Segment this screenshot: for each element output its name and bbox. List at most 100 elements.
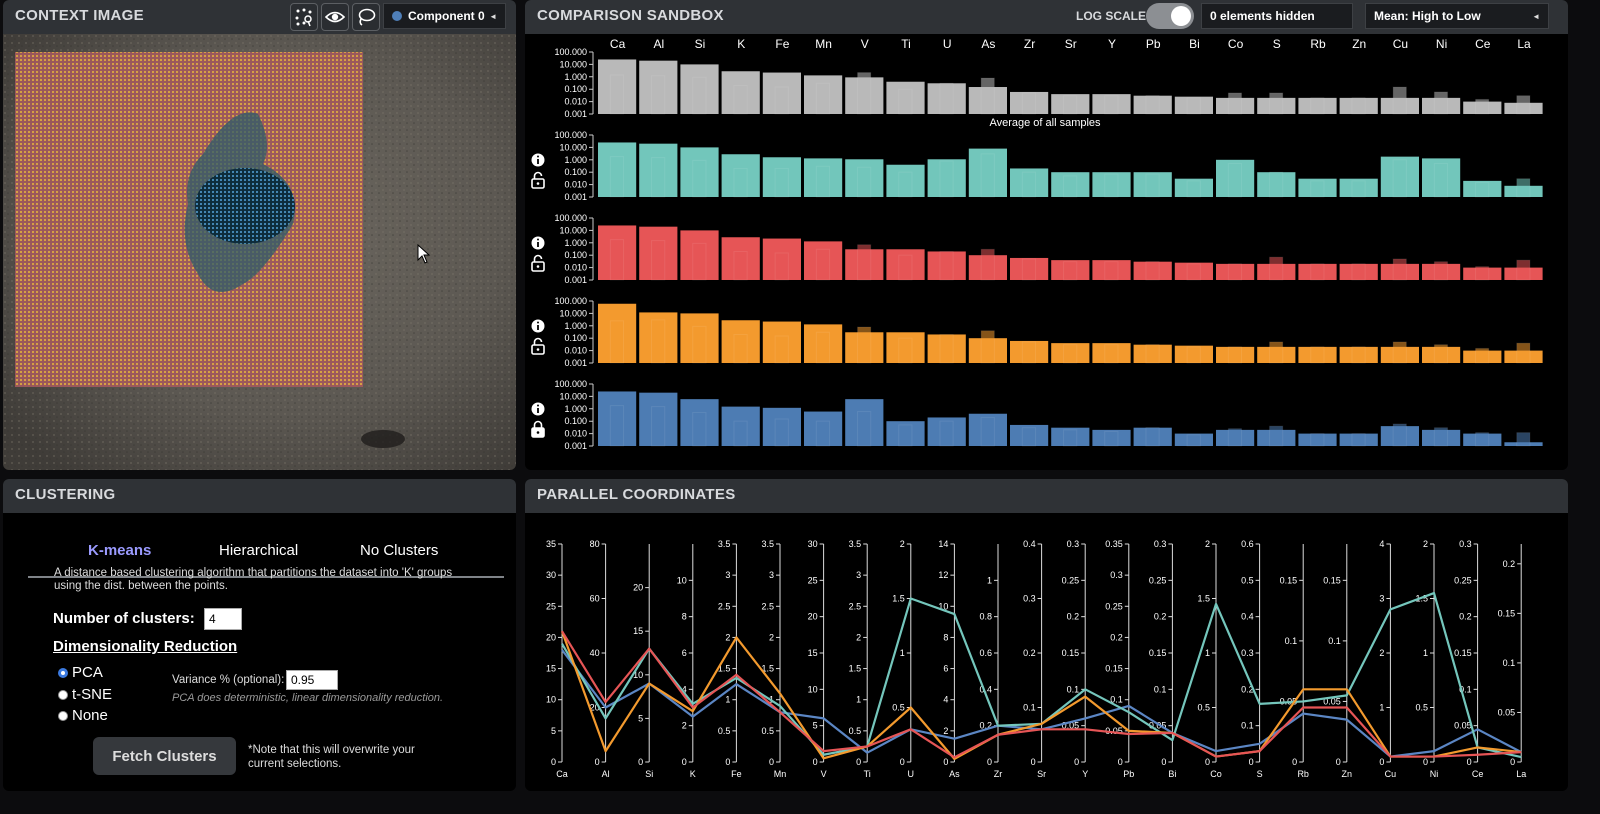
element-column-label[interactable]: Bi [1189,37,1200,51]
median-bar[interactable] [939,250,954,281]
median-bar[interactable] [980,416,995,447]
median-bar[interactable] [1310,180,1325,198]
median-bar[interactable] [980,77,995,115]
median-bar[interactable] [1475,266,1490,281]
median-bar[interactable] [857,166,872,198]
median-bar[interactable] [692,159,707,198]
median-bar[interactable] [651,240,666,281]
median-bar[interactable] [651,157,666,198]
median-bar[interactable] [1269,341,1284,364]
median-bar[interactable] [1104,95,1119,115]
median-bar[interactable] [774,86,789,115]
median-bar[interactable] [1475,432,1490,447]
median-bar[interactable] [1021,92,1037,115]
median-bar[interactable] [1145,173,1160,198]
element-column-label[interactable]: Ti [901,37,911,51]
median-bar[interactable] [939,333,954,364]
element-column-label[interactable]: Co [1228,37,1244,51]
median-bar[interactable] [1021,341,1037,364]
parallel-axis[interactable]: 20151050Si [633,544,653,779]
median-bar[interactable] [1433,91,1449,115]
median-bar[interactable] [1392,341,1407,364]
median-bar[interactable] [980,248,995,281]
median-bar[interactable] [1351,97,1366,115]
median-bar[interactable] [1310,263,1325,281]
parallel-axis[interactable]: 21.510.50Ni [1415,539,1438,779]
median-bar[interactable] [1392,86,1407,115]
median-bar[interactable] [898,337,913,364]
median-bar[interactable] [1433,427,1449,447]
median-bar[interactable] [609,74,625,115]
median-bar[interactable] [1227,263,1243,281]
median-bar[interactable] [1063,175,1078,198]
median-bar[interactable] [939,420,954,447]
median-bar[interactable] [1516,95,1531,115]
median-bar[interactable] [692,76,707,115]
median-bar[interactable] [980,330,995,364]
info-icon[interactable] [531,402,545,416]
median-bar[interactable] [1104,344,1119,364]
tab-kmeans[interactable]: K-means [88,542,151,559]
median-bar[interactable] [1063,95,1078,115]
median-bar[interactable] [1186,346,1201,364]
parallel-axis[interactable]: 0.350.30.250.20.150.10.050Pb [1105,539,1134,779]
median-bar[interactable] [1475,181,1490,198]
element-column-label[interactable]: U [943,37,952,51]
median-bar[interactable] [692,412,707,447]
median-bar[interactable] [1392,423,1407,447]
radio-tsne[interactable]: t-SNE [58,686,112,703]
element-column-label[interactable]: S [1273,37,1281,51]
element-column-label[interactable]: Ce [1475,37,1491,51]
median-bar[interactable] [609,239,625,281]
median-bar[interactable] [1516,178,1531,198]
radio-none[interactable]: None [58,707,108,724]
element-column-label[interactable]: Sr [1065,37,1077,51]
median-bar[interactable] [1021,171,1037,198]
median-bar[interactable] [733,84,748,115]
median-bar[interactable] [1269,425,1284,447]
median-bar[interactable] [1310,346,1325,364]
tab-no-clusters[interactable]: No Clusters [360,542,438,559]
median-bar[interactable] [1269,171,1284,198]
median-bar[interactable] [1227,92,1243,115]
info-icon[interactable] [531,153,545,167]
median-bar[interactable] [1516,432,1531,447]
fetch-clusters-button[interactable]: Fetch Clusters [93,737,236,775]
median-bar[interactable] [1104,173,1119,198]
median-bar[interactable] [1063,344,1078,364]
median-bar[interactable] [1186,97,1201,115]
median-bar[interactable] [815,248,831,281]
log-scale-toggle[interactable] [1146,3,1194,29]
median-bar[interactable] [898,254,913,281]
median-bar[interactable] [1145,427,1160,447]
median-bar[interactable] [815,82,831,115]
parallel-axis[interactable]: 30 25 20 15 10 5 0V [808,539,827,779]
parallel-axis[interactable]: 3.532.521.510.50Fe [718,539,742,779]
median-bar[interactable] [651,406,666,447]
median-bar[interactable] [1392,258,1407,281]
median-bar[interactable] [815,420,831,447]
median-bar[interactable] [939,160,954,198]
element-column-label[interactable]: Y [1108,37,1116,51]
median-bar[interactable] [1186,180,1201,198]
median-bar[interactable] [1351,433,1366,447]
median-bar[interactable] [1310,97,1325,115]
median-bar[interactable] [1104,261,1119,281]
sort-select[interactable]: Mean: High to Low ◄ [1365,3,1549,29]
parallel-axis[interactable]: 0.4 0.3 0.2 0.1 0Sr [1023,539,1046,779]
median-bar[interactable] [1063,429,1078,447]
parallel-axis[interactable]: 0.30.250.20.150.10.050Ce [1454,539,1483,779]
median-bar[interactable] [1269,92,1284,115]
median-bar[interactable] [1433,261,1449,281]
element-column-label[interactable]: Ni [1436,37,1447,51]
median-bar[interactable] [1310,433,1325,447]
radio-pca[interactable]: PCA [58,664,103,681]
median-bar[interactable] [609,320,625,364]
median-bar[interactable] [857,244,872,281]
median-bar[interactable] [774,167,789,198]
variance-input[interactable] [286,670,338,690]
median-bar[interactable] [1351,180,1366,198]
median-bar[interactable] [1475,347,1490,364]
median-bar[interactable] [609,405,625,447]
median-bar[interactable] [651,75,666,115]
